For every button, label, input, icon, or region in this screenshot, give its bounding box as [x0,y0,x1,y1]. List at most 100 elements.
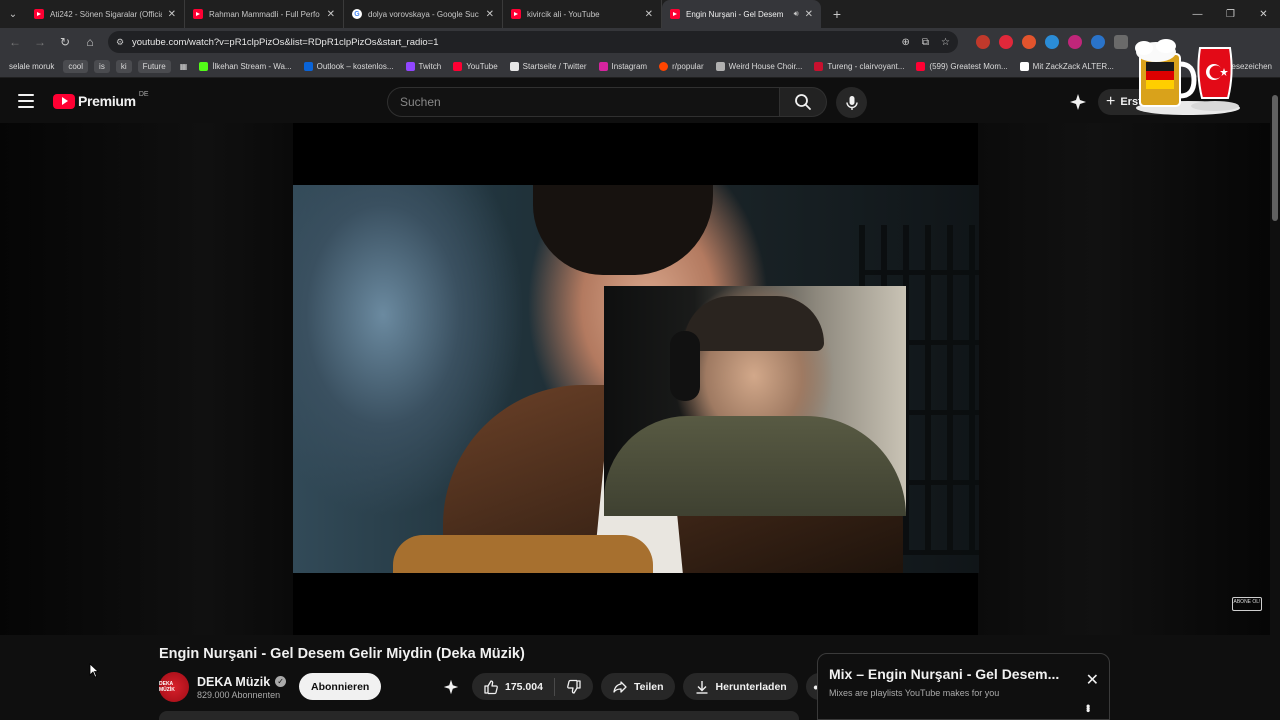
close-window-icon[interactable]: ✕ [1247,0,1280,28]
channel-avatar[interactable]: DEKA MÜZİK [159,672,189,702]
share-button[interactable]: Teilen [600,673,675,700]
tab-close-icon[interactable]: ✕ [327,9,335,20]
gemini-sparkle-icon [443,679,458,694]
minimize-icon[interactable]: — [1181,0,1214,28]
share-arrow-icon [613,680,627,693]
zoom-icon[interactable]: ⊕ [902,37,910,48]
apps-grid-icon[interactable]: ▦ [177,60,191,73]
twitch-icon [405,62,415,71]
channel-name-row[interactable]: DEKA Müzik ✓ [197,675,287,689]
bookmark-link[interactable]: (599) Greatest Mom... [913,60,1010,73]
bookmark-link[interactable]: Mit ZackZack ALTER... [1017,60,1117,73]
dislike-button[interactable] [555,673,593,700]
beer-tea-sticker [1135,39,1240,115]
forward-arrow-icon[interactable]: → [28,30,52,54]
audio-playing-icon[interactable]: 🔊︎ [794,9,799,19]
thumbs-up-icon [484,679,498,694]
bookmark-link[interactable]: İlkehan Stream - Wa... [196,60,294,73]
extension-icon[interactable] [1022,35,1036,49]
tab-title: Ati242 - Sönen Sigaralar (Official [50,9,162,19]
channel-name[interactable]: DEKA Müzik [197,675,270,689]
home-icon[interactable]: ⌂ [78,30,102,54]
youtube-masthead: Premium DE Suchen + Erstellen [0,79,1280,123]
bookmark-link[interactable]: Twitch [403,60,445,73]
site-info-icon[interactable]: ⚙ [116,37,126,47]
choir-icon [715,62,725,71]
bookmark-link[interactable]: r/popular [656,60,707,73]
tab-title: Rahman Mammadli - Full Perfo [209,9,320,19]
bookmark-folder[interactable]: Future [137,60,171,73]
like-button[interactable]: 175.004 [472,673,554,700]
description-box[interactable] [159,711,799,720]
extension-icon[interactable] [1091,35,1105,49]
address-bar[interactable]: ⚙ youtube.com/watch?v=pR1clpPizOs&list=R… [108,31,958,53]
extension-icon[interactable] [1068,35,1082,49]
bookmark-folder[interactable]: cool [63,60,89,73]
voice-search-button[interactable] [836,87,867,118]
browser-tab[interactable]: G dolya vorovskaya - Google Suc ✕ [344,0,503,28]
bookmark-label: YouTube [466,62,498,71]
watch-metadata: Engin Nurşani - Gel Desem Gelir Miydin (… [0,635,1270,720]
youtube-icon [453,62,463,71]
bookmark-link[interactable]: Tureng - clairvoyant... [811,60,907,73]
bookmark-link[interactable]: Instagram [596,60,651,73]
cast-icon[interactable]: ⧉ [922,37,929,48]
bookmark-link[interactable]: Weird House Choir... [713,60,806,73]
extension-icon[interactable] [1045,35,1059,49]
zackzack-icon [1019,62,1029,71]
url-text[interactable]: youtube.com/watch?v=pR1clpPizOs&list=RDp… [132,37,890,48]
tab-close-icon[interactable]: ✕ [486,9,494,20]
youtube-favicon-icon [34,9,44,19]
streamer-facecam [604,286,906,516]
headset [670,331,700,401]
bookmark-folder[interactable]: ki [115,60,132,73]
tab-close-icon[interactable]: ✕ [645,9,653,20]
like-count: 175.004 [505,680,543,693]
bookmark-link[interactable]: Startseite / Twitter [507,60,590,73]
youtube-favicon-icon [670,9,680,19]
gemini-sparkle-icon[interactable] [1068,92,1088,112]
download-button[interactable]: Herunterladen [682,673,798,700]
bookmark-folder[interactable]: is [94,60,110,73]
bookmark-label: is [99,62,105,71]
extension-icon[interactable] [976,35,990,49]
mix-title[interactable]: Mix – Engin Nurşani - Gel Desem... [829,666,1059,682]
youtube-premium-logo[interactable]: Premium DE [53,91,149,109]
video-player[interactable]: ABONE OL! [0,123,1270,635]
restore-icon[interactable]: ❐ [1214,0,1247,28]
browser-tab[interactable]: Rahman Mammadli - Full Perfo ✕ [185,0,344,28]
bookmark-star-icon[interactable]: ☆ [941,37,950,48]
tab-close-icon[interactable]: ✕ [805,9,813,20]
browser-tab-active[interactable]: Engin Nurşani - Gel Desem 🔊︎ ✕ [662,0,821,28]
extensions-puzzle-icon[interactable] [1114,35,1128,49]
subscriber-count: 829.000 Abonnenten [197,689,281,700]
ask-gemini-button[interactable] [437,673,464,700]
bookmark-link[interactable]: Outlook – kostenlos... [301,60,397,73]
reload-icon[interactable]: ↻ [53,30,77,54]
channel-owner: DEKA MÜZİK DEKA Müzik ✓ 829.000 Abonnent… [159,672,287,702]
singer-hair [533,185,713,275]
extension-icon[interactable] [999,35,1013,49]
brand-text: Premium [78,93,136,109]
search-button[interactable] [780,87,827,117]
scrollbar-thumb[interactable] [1272,95,1278,221]
browser-tab[interactable]: Ati242 - Sönen Sigaralar (Official ✕ [26,0,185,28]
back-arrow-icon[interactable]: ← [3,30,27,54]
instagram-icon [598,62,608,71]
mouse-cursor-icon [89,663,99,678]
streamer-hair [684,296,824,351]
search-input[interactable]: Suchen [387,87,780,117]
bookmark-folder[interactable]: selale moruk [6,60,57,73]
bookmark-link[interactable]: YouTube [450,60,500,73]
video-actions: 175.004 Teilen Herunterladen ••• [437,673,833,700]
browser-tab[interactable]: kivircik ali - YouTube ✕ [503,0,662,28]
new-tab-icon[interactable]: + [825,2,849,26]
menu-hamburger-icon[interactable] [18,94,34,108]
more-vertical-icon[interactable]: ••• [1081,704,1095,711]
mix-playlist-panel: Mix – Engin Nurşani - Gel Desem... Mixes… [817,653,1110,720]
tab-search-chevron-icon[interactable]: ⌄ [0,0,26,28]
tab-close-icon[interactable]: ✕ [168,9,176,20]
subscribe-button[interactable]: Abonnieren [299,673,382,700]
close-icon[interactable]: ✕ [1086,670,1099,690]
share-label: Teilen [633,680,664,693]
